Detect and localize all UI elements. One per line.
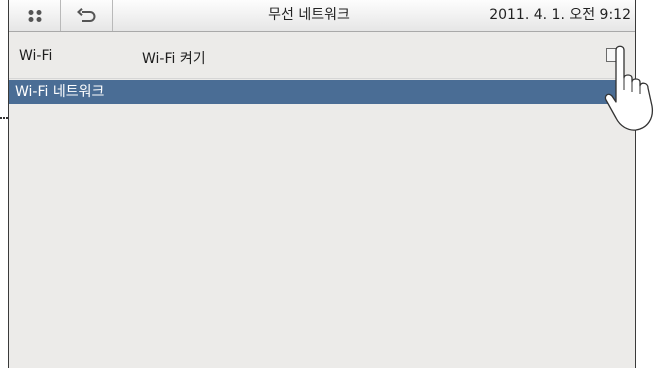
annotation-leader-line [0, 117, 8, 119]
wifi-on-option-label[interactable]: Wi-Fi 켜기 [142, 48, 206, 68]
grid-dots-icon [28, 9, 41, 22]
menu-button[interactable] [9, 0, 61, 31]
clock: 2011. 4. 1. 오전 9:12 [489, 7, 631, 23]
status-bar: 무선 네트워크 2011. 4. 1. 오전 9:12 [9, 0, 635, 32]
wifi-setting-row: Wi-Fi Wi-Fi 켜기 [9, 33, 635, 79]
network-list [9, 104, 635, 368]
screen-title: 무선 네트워크 [268, 7, 350, 23]
wifi-row-label: Wi-Fi [19, 48, 53, 64]
back-arrow-icon [76, 7, 95, 22]
wifi-networks-section-header: Wi-Fi 네트워크 [9, 80, 635, 104]
device-screen: 무선 네트워크 2011. 4. 1. 오전 9:12 Wi-Fi Wi-Fi … [8, 0, 636, 368]
hand-pointer-icon [604, 45, 654, 131]
back-button[interactable] [61, 0, 113, 31]
